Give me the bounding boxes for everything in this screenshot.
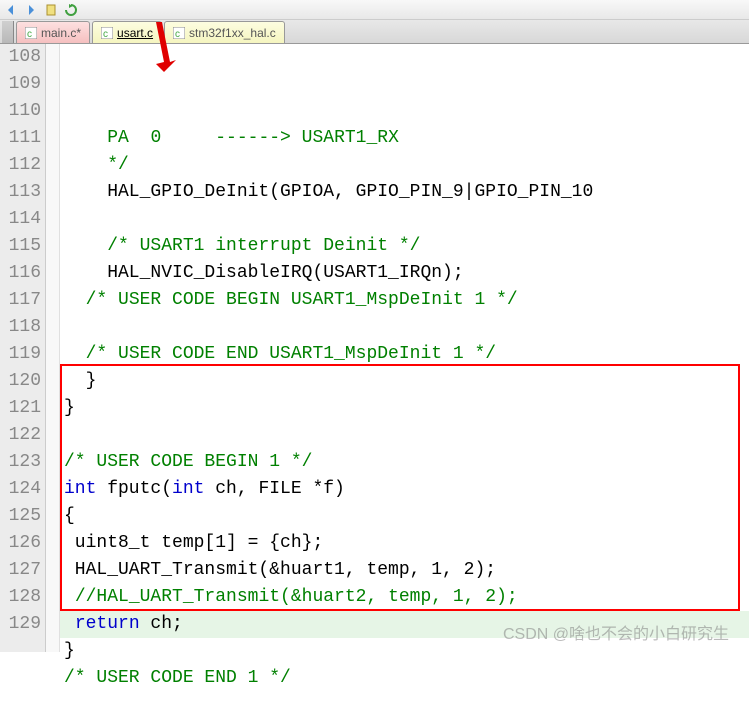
line-number-gutter: 1081091101111121131141151161171181191201…	[0, 44, 46, 652]
line-number: 120	[0, 368, 41, 395]
line-number: 128	[0, 584, 41, 611]
line-number: 112	[0, 152, 41, 179]
code-line[interactable]: {	[60, 503, 749, 530]
code-line[interactable]: PA 0 ------> USART1_RX	[60, 125, 749, 152]
code-line[interactable]: /* USER CODE END USART1_MspDeInit 1 */	[60, 341, 749, 368]
tab-stm32-hal-c[interactable]: c stm32f1xx_hal.c	[164, 21, 285, 43]
tab-label: main.c*	[41, 26, 81, 40]
line-number: 115	[0, 233, 41, 260]
line-number: 123	[0, 449, 41, 476]
tab-scroll-left[interactable]	[2, 21, 14, 43]
nav-back-icon[interactable]	[4, 3, 18, 17]
code-line[interactable]	[60, 422, 749, 449]
code-line[interactable]	[60, 314, 749, 341]
nav-forward-icon[interactable]	[24, 3, 38, 17]
code-line[interactable]: HAL_NVIC_DisableIRQ(USART1_IRQn);	[60, 260, 749, 287]
editor-area[interactable]: 1081091101111121131141151161171181191201…	[0, 44, 749, 652]
code-line[interactable]: */	[60, 152, 749, 179]
line-number: 125	[0, 503, 41, 530]
line-number: 124	[0, 476, 41, 503]
code-line[interactable]: uint8_t temp[1] = {ch};	[60, 530, 749, 557]
line-number: 121	[0, 395, 41, 422]
code-line[interactable]: HAL_GPIO_DeInit(GPIOA, GPIO_PIN_9|GPIO_P…	[60, 179, 749, 206]
code-content[interactable]: PA 0 ------> USART1_RX */ HAL_GPIO_DeIni…	[60, 44, 749, 652]
c-file-icon: c	[25, 27, 37, 39]
code-line[interactable]: return ch;	[60, 611, 749, 638]
line-number: 110	[0, 98, 41, 125]
line-number: 129	[0, 611, 41, 638]
tab-label: stm32f1xx_hal.c	[189, 26, 276, 40]
code-line[interactable]: }	[60, 395, 749, 422]
c-file-icon: c	[101, 27, 113, 39]
refresh-icon[interactable]	[64, 3, 78, 17]
line-number: 126	[0, 530, 41, 557]
code-line[interactable]: /* USART1 interrupt Deinit */	[60, 233, 749, 260]
line-number: 116	[0, 260, 41, 287]
line-number: 122	[0, 422, 41, 449]
code-line[interactable]: HAL_UART_Transmit(&huart1, temp, 1, 2);	[60, 557, 749, 584]
code-line[interactable]: //HAL_UART_Transmit(&huart2, temp, 1, 2)…	[60, 584, 749, 611]
code-line[interactable]: /* USER CODE BEGIN 1 */	[60, 449, 749, 476]
toolbar	[0, 0, 749, 20]
line-number: 108	[0, 44, 41, 71]
code-line[interactable]	[60, 692, 749, 719]
line-number: 127	[0, 557, 41, 584]
code-line[interactable]: }	[60, 368, 749, 395]
tab-bar: c main.c* c usart.c c stm32f1xx_hal.c	[0, 20, 749, 44]
annotation-arrow	[148, 22, 178, 78]
code-line[interactable]: /* USER CODE BEGIN USART1_MspDeInit 1 */	[60, 287, 749, 314]
svg-text:c: c	[103, 29, 108, 39]
code-line[interactable]	[60, 206, 749, 233]
line-number: 118	[0, 314, 41, 341]
svg-text:c: c	[27, 29, 32, 39]
fold-margin[interactable]	[46, 44, 60, 652]
code-line[interactable]: int fputc(int ch, FILE *f)	[60, 476, 749, 503]
doc-icon[interactable]	[44, 3, 58, 17]
code-line[interactable]: /* USER CODE END 1 */	[60, 665, 749, 692]
tab-main-c[interactable]: c main.c*	[16, 21, 90, 43]
line-number: 117	[0, 287, 41, 314]
line-number: 119	[0, 341, 41, 368]
line-number: 111	[0, 125, 41, 152]
line-number: 109	[0, 71, 41, 98]
line-number: 113	[0, 179, 41, 206]
line-number: 114	[0, 206, 41, 233]
